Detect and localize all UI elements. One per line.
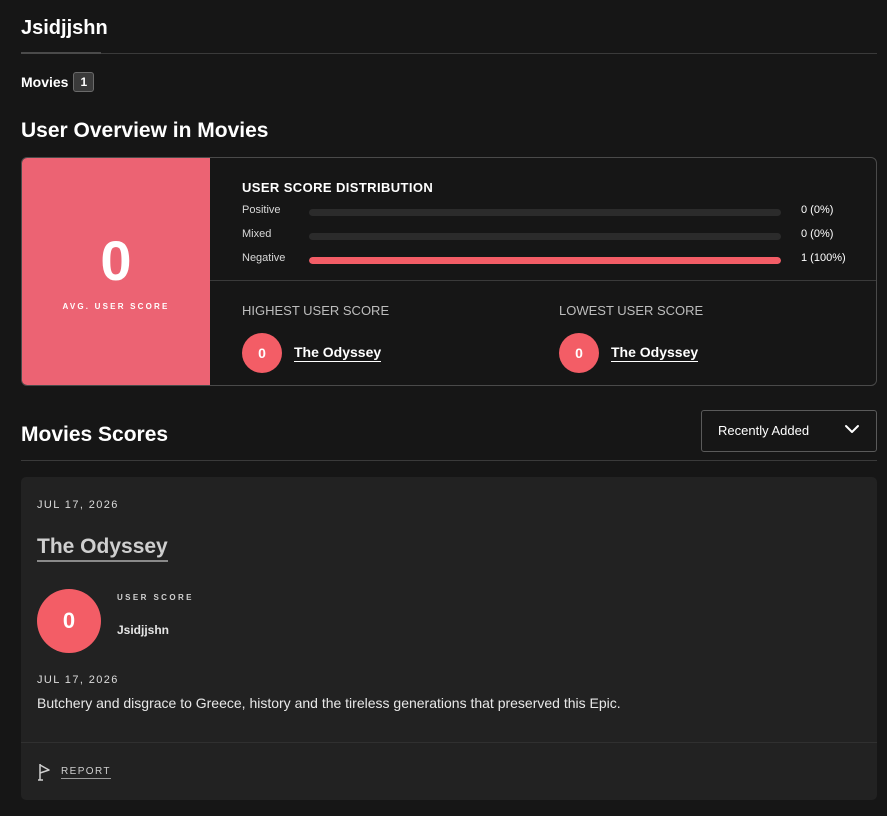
review-date: JUL 17, 2026 — [37, 674, 119, 686]
distribution-bar-track — [309, 209, 781, 216]
review-text: Butchery and disgrace to Greece, history… — [37, 695, 621, 711]
movies-scores-heading: Movies Scores — [21, 423, 169, 446]
tab-movies[interactable]: Movies 1 — [21, 72, 95, 92]
highest-user-score: HIGHEST USER SCORE 0 The Odyssey — [242, 303, 389, 373]
distribution-bar-track — [309, 257, 781, 264]
report-label: REPORT — [61, 765, 111, 779]
avg-user-score-value: 0 — [100, 229, 132, 292]
overview-heading: User Overview in Movies — [21, 119, 269, 142]
lowest-score-movie-link[interactable]: The Odyssey — [611, 344, 699, 362]
tab-movies-count-badge: 1 — [73, 72, 95, 92]
avg-user-score-label: AVG. USER SCORE — [62, 302, 170, 311]
profile-username: Jsidjjshn — [21, 17, 108, 39]
user-profile-page: Jsidjjshn Movies 1 User Overview in Movi… — [0, 0, 887, 816]
lowest-score-item: 0 The Odyssey — [559, 333, 703, 373]
review-movie-title-link[interactable]: The Odyssey — [37, 535, 168, 562]
highest-score-badge: 0 — [242, 333, 282, 373]
lowest-user-score-label: LOWEST USER SCORE — [559, 303, 704, 318]
distribution-bar-fill — [309, 257, 781, 264]
user-score-label: USER SCORE — [117, 593, 194, 602]
distribution-label: Mixed — [242, 228, 272, 240]
chevron-down-icon — [845, 425, 859, 433]
distribution-count: 0 (0%) — [801, 204, 834, 216]
reviewer-name: Jsidjjshn — [117, 623, 170, 637]
flag-icon — [38, 764, 50, 781]
lowest-score-badge: 0 — [559, 333, 599, 373]
lowest-user-score: LOWEST USER SCORE 0 The Odyssey — [559, 303, 703, 373]
overview-card-divider — [210, 280, 876, 281]
review-divider — [21, 742, 877, 743]
user-overview-card: 0 AVG. USER SCORE USER SCORE DISTRIBUTIO… — [21, 157, 877, 386]
highest-score-movie-link[interactable]: The Odyssey — [294, 344, 382, 362]
distribution-count: 0 (0%) — [801, 228, 834, 240]
avg-user-score-box: 0 AVG. USER SCORE — [22, 158, 210, 385]
distribution-bar-track — [309, 233, 781, 240]
distribution-label: Negative — [242, 252, 286, 264]
tab-movies-label: Movies — [21, 74, 69, 90]
score-distribution-title: USER SCORE DISTRIBUTION — [242, 180, 434, 195]
username-underline — [21, 52, 101, 54]
header-divider — [101, 53, 877, 54]
distribution-row-mixed: Mixed 0 (0%) — [242, 228, 862, 244]
review-added-date: JUL 17, 2026 — [37, 499, 119, 511]
sort-dropdown[interactable]: Recently Added — [701, 410, 877, 452]
highest-score-item: 0 The Odyssey — [242, 333, 389, 373]
sort-selected-value: Recently Added — [718, 423, 810, 438]
distribution-count: 1 (100%) — [801, 252, 846, 264]
review-score-badge: 0 — [37, 589, 101, 653]
distribution-row-positive: Positive 0 (0%) — [242, 204, 862, 220]
report-button[interactable]: REPORT — [37, 763, 111, 781]
distribution-row-negative: Negative 1 (100%) — [242, 252, 862, 268]
scores-divider — [21, 460, 877, 461]
review-card: JUL 17, 2026 The Odyssey 0 USER SCORE Js… — [21, 477, 877, 800]
highest-user-score-label: HIGHEST USER SCORE — [242, 303, 390, 318]
distribution-label: Positive — [242, 204, 281, 216]
